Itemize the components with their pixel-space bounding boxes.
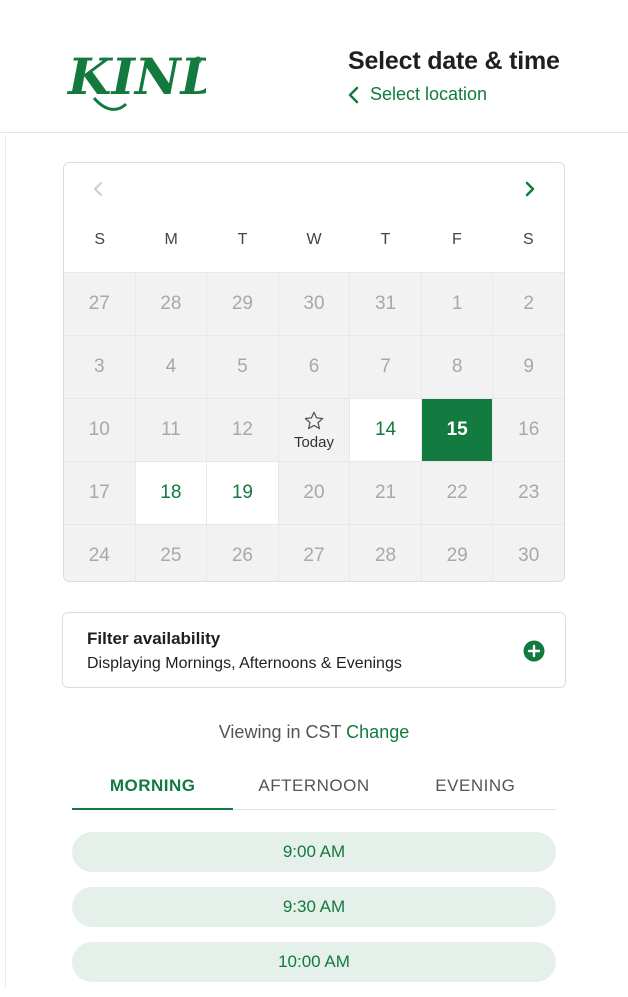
chevron-left-icon (348, 86, 359, 103)
today-label: Today (293, 433, 334, 451)
calendar-day: 1 (421, 273, 493, 335)
star-icon (304, 411, 324, 429)
calendar-day: 23 (493, 462, 564, 524)
tab-evening[interactable]: EVENING (395, 762, 556, 809)
calendar-day: 6 (278, 336, 350, 398)
calendar-day[interactable]: 14 (350, 399, 421, 461)
calendar-day: 31 (350, 273, 421, 335)
timezone-change-link[interactable]: Change (346, 722, 409, 742)
weekday-label: T (237, 230, 248, 248)
calendar-day: 26 (207, 525, 278, 581)
calendar-day: 11 (135, 399, 207, 461)
calendar-day: 25 (135, 525, 207, 581)
back-to-location-link[interactable]: Select location (346, 84, 487, 105)
calendar-day: 28 (350, 525, 421, 581)
calendar-day: 30 (278, 273, 350, 335)
calendar-day-today: Today (278, 399, 350, 461)
calendar-day[interactable]: 19 (207, 462, 278, 524)
calendar-day[interactable]: 18 (135, 462, 207, 524)
calendar-day: 30 (493, 525, 564, 581)
calendar-day: 7 (350, 336, 421, 398)
calendar: SMTWTFS 27 28 29 30 31 1 2 3 4 5 6 7 8 9 10 11 12 Today 14… (63, 162, 565, 582)
filter-title: Filter availability (87, 629, 221, 648)
next-month-button[interactable] (518, 177, 542, 201)
weekday-header: SMTWTFS (64, 215, 564, 272)
calendar-day: 2 (493, 273, 564, 335)
time-slot-button[interactable]: 10:00 AM (72, 942, 556, 982)
calendar-day: 16 (493, 399, 564, 461)
kind-logo[interactable]: KIND (66, 40, 224, 114)
tab-morning[interactable]: MORNING (72, 762, 234, 810)
calendar-day: 20 (278, 462, 350, 524)
calendar-day: 9 (493, 336, 564, 398)
calendar-day-selected[interactable]: 15 (421, 399, 493, 461)
weekday-label: S (522, 230, 534, 248)
calendar-day: 10 (64, 399, 135, 461)
calendar-day: 29 (421, 525, 493, 581)
plus-circle-icon (523, 640, 545, 662)
prev-month-button[interactable] (86, 177, 110, 201)
weekday-label: W (306, 230, 322, 248)
weekday-label: S (94, 230, 106, 248)
time-of-day-tabs: MORNING AFTERNOON EVENING (72, 762, 556, 810)
filter-description: Displaying Mornings, Afternoons & Evenin… (87, 655, 402, 672)
back-link-label: Select location (370, 84, 488, 104)
timezone-text: Viewing in CST (218, 722, 342, 742)
weekday-label: M (164, 230, 178, 248)
calendar-nav (64, 163, 564, 215)
calendar-day: 24 (64, 525, 135, 581)
page-title: Select date & time (348, 47, 560, 75)
calendar-day: 8 (421, 336, 493, 398)
calendar-day: 5 (207, 336, 278, 398)
header: KIND Select date & time Select location (0, 0, 628, 133)
svg-text:KIND: KIND (66, 47, 206, 106)
chevron-right-icon (525, 181, 535, 197)
calendar-day: 21 (350, 462, 421, 524)
filter-expand-button[interactable] (523, 640, 545, 662)
calendar-day: 4 (135, 336, 207, 398)
filter-availability-card[interactable]: Filter availability Displaying Mornings,… (62, 612, 566, 688)
weekday-label: T (380, 230, 391, 248)
kind-logo-mark: KIND (66, 47, 224, 111)
calendar-day: 17 (64, 462, 135, 524)
chevron-left-icon (94, 182, 102, 196)
timezone-line: Viewing in CST Change (0, 722, 628, 743)
calendar-day: 22 (421, 462, 493, 524)
left-divider (5, 134, 6, 988)
weekday-label: F (451, 230, 462, 248)
time-slot-button[interactable]: 9:30 AM (72, 887, 556, 927)
calendar-day: 27 (278, 525, 350, 581)
time-slot-list: 9:00 AM 9:30 AM 10:00 AM (72, 832, 556, 997)
tab-afternoon[interactable]: AFTERNOON (233, 762, 394, 809)
time-slot-button[interactable]: 9:00 AM (72, 832, 556, 872)
calendar-day: 12 (207, 399, 278, 461)
calendar-day: 27 (64, 273, 135, 335)
calendar-day: 29 (207, 273, 278, 335)
calendar-day: 3 (64, 336, 135, 398)
calendar-day: 28 (135, 273, 207, 335)
calendar-grid: 27 28 29 30 31 1 2 3 4 5 6 7 8 9 10 11 12 Today 14 15 16 17 18… (64, 272, 564, 581)
